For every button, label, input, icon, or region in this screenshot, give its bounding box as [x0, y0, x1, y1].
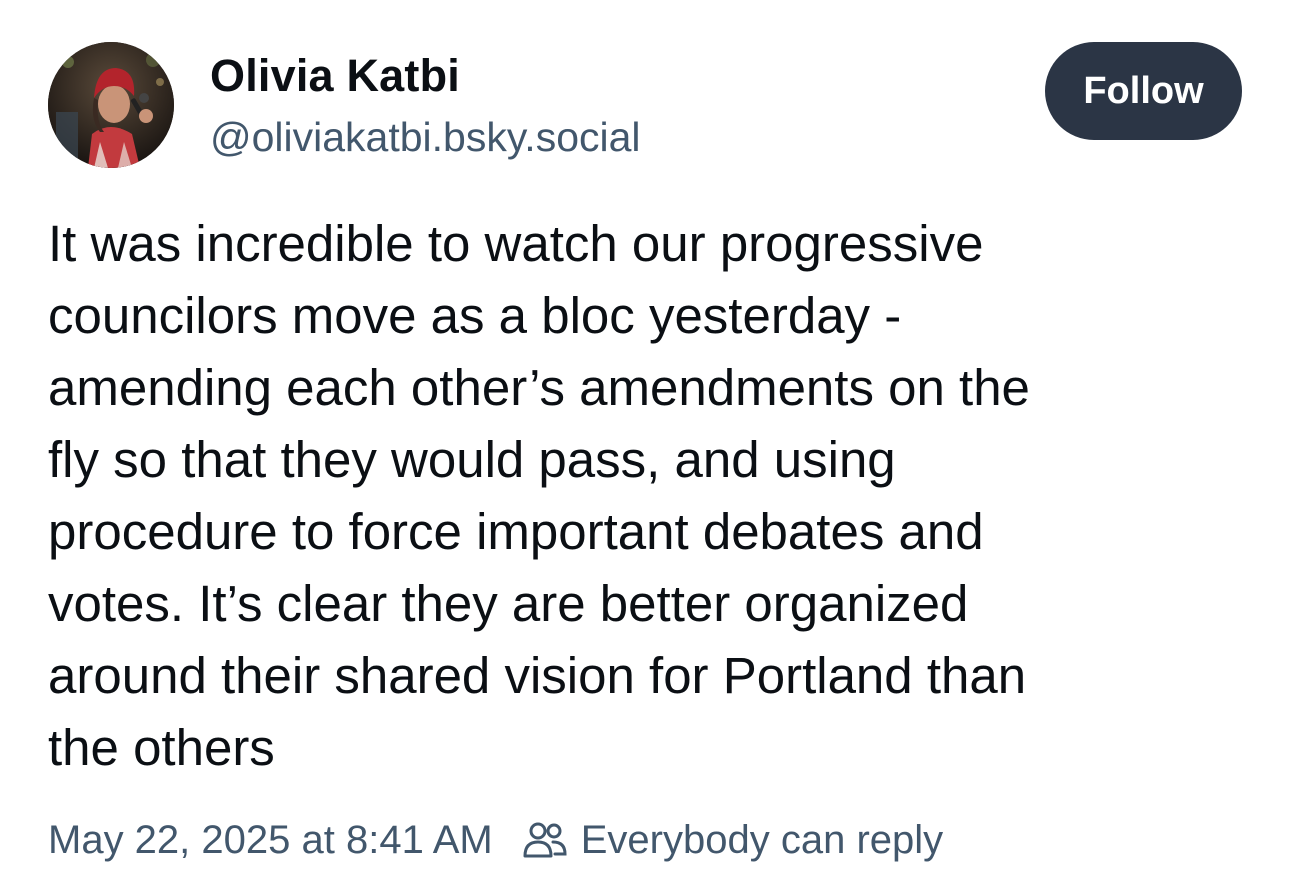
- post-text-line: councilors move as a bloc yesterday -: [48, 287, 902, 344]
- people-icon: [523, 822, 567, 858]
- post-timestamp[interactable]: May 22, 2025 at 8:41 AM: [48, 818, 493, 863]
- author-avatar[interactable]: [48, 42, 174, 168]
- post-text-line: amending each other’s amendments on the: [48, 359, 1030, 416]
- post-text-line: procedure to force important debates and: [48, 503, 984, 560]
- reply-setting-label: Everybody can reply: [580, 817, 944, 862]
- follow-button[interactable]: Follow: [1045, 42, 1242, 140]
- post-text: It was incredible to watch our progressi…: [48, 208, 1248, 784]
- post-text-line: the others: [48, 719, 275, 776]
- post-text-line: It was incredible to watch our progressi…: [48, 215, 984, 272]
- post-card: Olivia Katbi @oliviakatbi.bsky.social Fo…: [0, 0, 1290, 885]
- author-handle[interactable]: @oliviakatbi.bsky.social: [210, 114, 641, 161]
- avatar-photo: [48, 42, 174, 168]
- post-meta: May 22, 2025 at 8:41 AM Everybody can re…: [48, 814, 943, 866]
- reply-setting[interactable]: Everybody can reply: [523, 818, 943, 863]
- post-text-line: votes. It’s clear they are better organi…: [48, 575, 969, 632]
- post-text-line: around their shared vision for Portland …: [48, 647, 1027, 704]
- post-text-line: fly so that they would pass, and using: [48, 431, 896, 488]
- author-display-name[interactable]: Olivia Katbi: [210, 50, 460, 102]
